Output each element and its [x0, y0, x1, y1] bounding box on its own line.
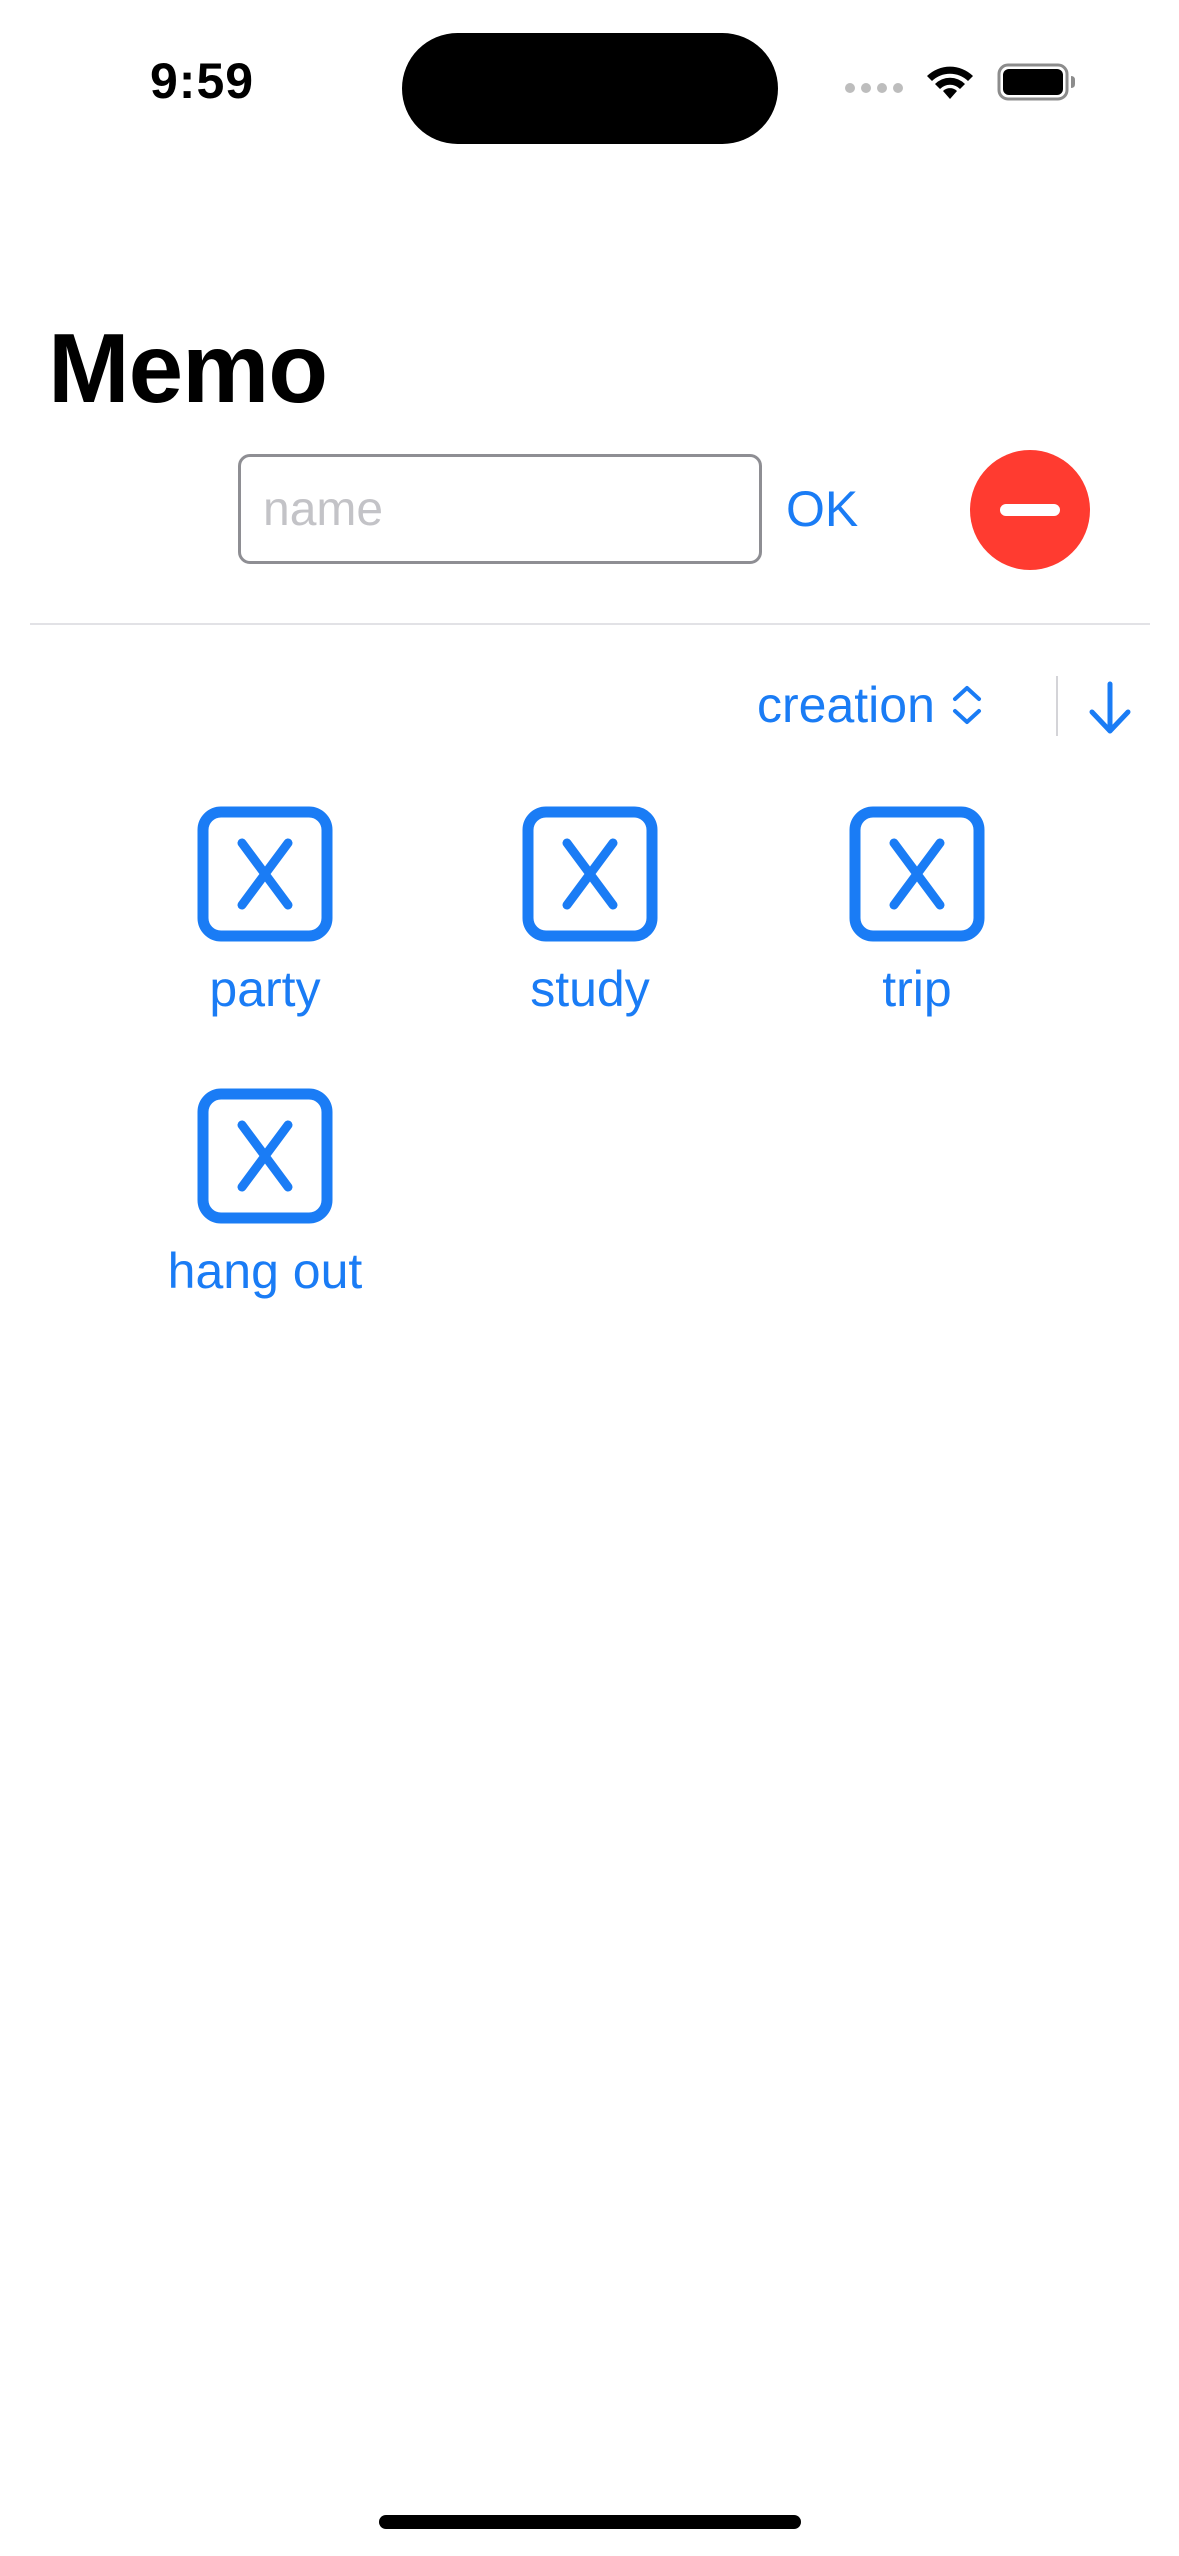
name-input[interactable]	[238, 454, 762, 564]
status-time: 9:59	[150, 53, 255, 109]
memo-label: hang out	[167, 1243, 363, 1299]
memo-item[interactable]: trip	[767, 806, 1067, 1018]
home-indicator[interactable]	[379, 2515, 801, 2529]
page-title: Memo	[48, 313, 328, 423]
sort-separator	[1056, 676, 1058, 736]
x-square-icon	[849, 806, 985, 942]
battery-icon	[997, 63, 1075, 101]
dynamic-island	[402, 33, 778, 144]
sort-picker-label: creation	[757, 677, 935, 733]
x-square-icon	[197, 1088, 333, 1224]
remove-button[interactable]	[970, 450, 1090, 570]
memo-label: party	[209, 961, 321, 1017]
wifi-icon	[927, 66, 973, 99]
memo-item[interactable]: party	[115, 806, 415, 1018]
memo-item[interactable]: study	[440, 806, 740, 1018]
minus-circle-icon	[1000, 504, 1060, 516]
cellular-signal-icon	[845, 83, 903, 93]
memo-item[interactable]: hang out	[115, 1088, 415, 1300]
status-icons	[845, 62, 1077, 102]
ok-button[interactable]: OK	[786, 480, 858, 538]
divider	[30, 623, 1150, 625]
sort-picker[interactable]: creation	[757, 676, 985, 734]
x-square-icon	[197, 806, 333, 942]
memo-label: trip	[882, 961, 952, 1017]
arrow-down-icon[interactable]	[1084, 678, 1136, 738]
x-square-icon	[522, 806, 658, 942]
memo-label: study	[530, 961, 650, 1017]
chevron-up-down-icon	[952, 686, 981, 724]
